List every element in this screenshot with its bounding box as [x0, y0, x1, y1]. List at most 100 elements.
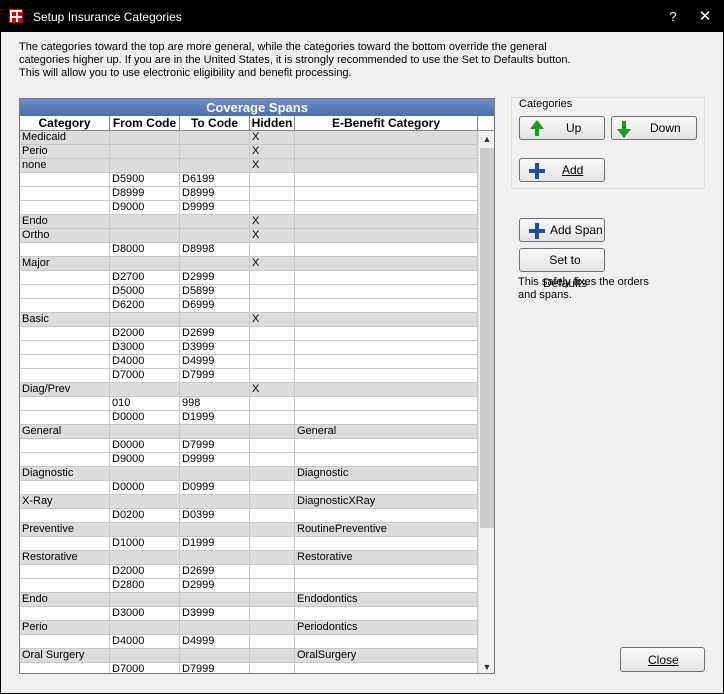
scroll-down-icon[interactable]: ▼: [479, 659, 494, 673]
cell-from-code: D9000: [110, 201, 180, 214]
cell-hidden: X: [250, 215, 295, 228]
column-header-ebenefit-category[interactable]: E-Benefit Category: [295, 116, 478, 131]
category-row[interactable]: Preventive RoutinePreventive: [20, 523, 478, 537]
cell-to-code: D9999: [180, 201, 250, 214]
cell-category: [20, 299, 110, 312]
category-row[interactable]: Ortho X: [20, 229, 478, 243]
column-header-to-code[interactable]: To Code: [180, 116, 250, 131]
cell-to-code: D4999: [180, 635, 250, 648]
span-row[interactable]: D4000 D4999: [20, 355, 478, 369]
category-row[interactable]: Major X: [20, 257, 478, 271]
column-header-from-code[interactable]: From Code: [110, 116, 180, 131]
span-row[interactable]: D8999 D8999: [20, 187, 478, 201]
cell-category: [20, 355, 110, 368]
span-row[interactable]: D3000 D3999: [20, 341, 478, 355]
app-icon: [9, 9, 23, 23]
category-row[interactable]: General General: [20, 425, 478, 439]
span-row[interactable]: 010 998: [20, 397, 478, 411]
span-row[interactable]: D7000 D7999: [20, 663, 478, 673]
cell-ebenefit-category: [295, 509, 478, 522]
cell-hidden: [250, 635, 295, 648]
category-row[interactable]: Endo Endodontics: [20, 593, 478, 607]
span-row[interactable]: D4000 D4999: [20, 635, 478, 649]
cell-ebenefit-category: [295, 565, 478, 578]
cell-hidden: [250, 523, 295, 536]
cell-ebenefit-category: [295, 635, 478, 648]
add-span-button[interactable]: Add Span: [519, 218, 605, 242]
cell-from-code: D2800: [110, 579, 180, 592]
cell-hidden: [250, 271, 295, 284]
cell-hidden: X: [250, 383, 295, 396]
down-button-label: Down: [650, 121, 681, 135]
span-row[interactable]: D0200 D0399: [20, 509, 478, 523]
cell-to-code: [180, 621, 250, 634]
column-header-category[interactable]: Category: [20, 116, 110, 131]
span-row[interactable]: D2800 D2999: [20, 579, 478, 593]
down-button[interactable]: Down: [611, 116, 697, 140]
cell-to-code: D7999: [180, 663, 250, 673]
set-to-defaults-button[interactable]: Set to Defaults: [519, 248, 605, 290]
category-row[interactable]: Oral Surgery OralSurgery: [20, 649, 478, 663]
cell-from-code: D0000: [110, 439, 180, 452]
cell-ebenefit-category: [295, 271, 478, 284]
scroll-thumb[interactable]: [480, 148, 494, 528]
close-button[interactable]: Close: [620, 647, 705, 672]
cell-ebenefit-category: OralSurgery: [295, 649, 478, 662]
cell-category: Restorative: [20, 551, 110, 564]
title-bar: Setup Insurance Categories ? ✕: [1, 1, 723, 32]
span-row[interactable]: D6200 D6999: [20, 299, 478, 313]
cell-category: [20, 439, 110, 452]
span-row[interactable]: D3000 D3999: [20, 607, 478, 621]
coverage-spans-grid[interactable]: Coverage Spans Category From Code To Cod…: [19, 98, 495, 674]
category-row[interactable]: Diagnostic Diagnostic: [20, 467, 478, 481]
span-row[interactable]: D8000 D8998: [20, 243, 478, 257]
cell-from-code: [110, 131, 180, 144]
span-row[interactable]: D7000 D7999: [20, 369, 478, 383]
scroll-up-icon[interactable]: ▲: [479, 131, 494, 147]
span-row[interactable]: D9000 D9999: [20, 453, 478, 467]
category-row[interactable]: Perio Periodontics: [20, 621, 478, 635]
cell-from-code: D2000: [110, 565, 180, 578]
category-row[interactable]: none X: [20, 159, 478, 173]
span-row[interactable]: D0000 D7999: [20, 439, 478, 453]
close-icon[interactable]: ✕: [693, 7, 717, 27]
span-row[interactable]: D5900 D6199: [20, 173, 478, 187]
span-row[interactable]: D1000 D1999: [20, 537, 478, 551]
cell-category: Diag/Prev: [20, 383, 110, 396]
cell-category: [20, 397, 110, 410]
category-row[interactable]: Endo X: [20, 215, 478, 229]
span-row[interactable]: D2700 D2999: [20, 271, 478, 285]
category-row[interactable]: Diag/Prev X: [20, 383, 478, 397]
category-row[interactable]: Perio X: [20, 145, 478, 159]
cell-category: [20, 285, 110, 298]
cell-hidden: [250, 509, 295, 522]
help-button[interactable]: ?: [661, 7, 685, 27]
span-row[interactable]: D9000 D9999: [20, 201, 478, 215]
span-row[interactable]: D0000 D1999: [20, 411, 478, 425]
close-button-label: Close: [648, 653, 679, 667]
cell-category: Basic: [20, 313, 110, 326]
span-row[interactable]: D0000 D0999: [20, 481, 478, 495]
cell-ebenefit-category: [295, 355, 478, 368]
category-row[interactable]: Medicaid X: [20, 131, 478, 145]
cell-category: X-Ray: [20, 495, 110, 508]
cell-hidden: [250, 369, 295, 382]
span-row[interactable]: D5000 D5899: [20, 285, 478, 299]
cell-category: [20, 579, 110, 592]
cell-hidden: [250, 299, 295, 312]
up-button[interactable]: Up: [519, 116, 605, 140]
cell-hidden: [250, 481, 295, 494]
add-category-button[interactable]: Add: [519, 158, 605, 182]
category-row[interactable]: Restorative Restorative: [20, 551, 478, 565]
column-header-hidden[interactable]: Hidden: [250, 116, 295, 131]
cell-to-code: D1999: [180, 411, 250, 424]
category-row[interactable]: X-Ray DiagnosticXRay: [20, 495, 478, 509]
category-row[interactable]: Basic X: [20, 313, 478, 327]
cell-to-code: D2999: [180, 579, 250, 592]
cell-ebenefit-category: [295, 131, 478, 144]
vertical-scrollbar[interactable]: ▲ ▼: [478, 131, 494, 673]
span-row[interactable]: D2000 D2699: [20, 327, 478, 341]
grid-body: Medicaid X Perio Xnone X D5900 D6199 D8999 D8999…: [20, 131, 478, 673]
instructions-text: The categories toward the top are more g…: [19, 41, 579, 80]
span-row[interactable]: D2000 D2699: [20, 565, 478, 579]
